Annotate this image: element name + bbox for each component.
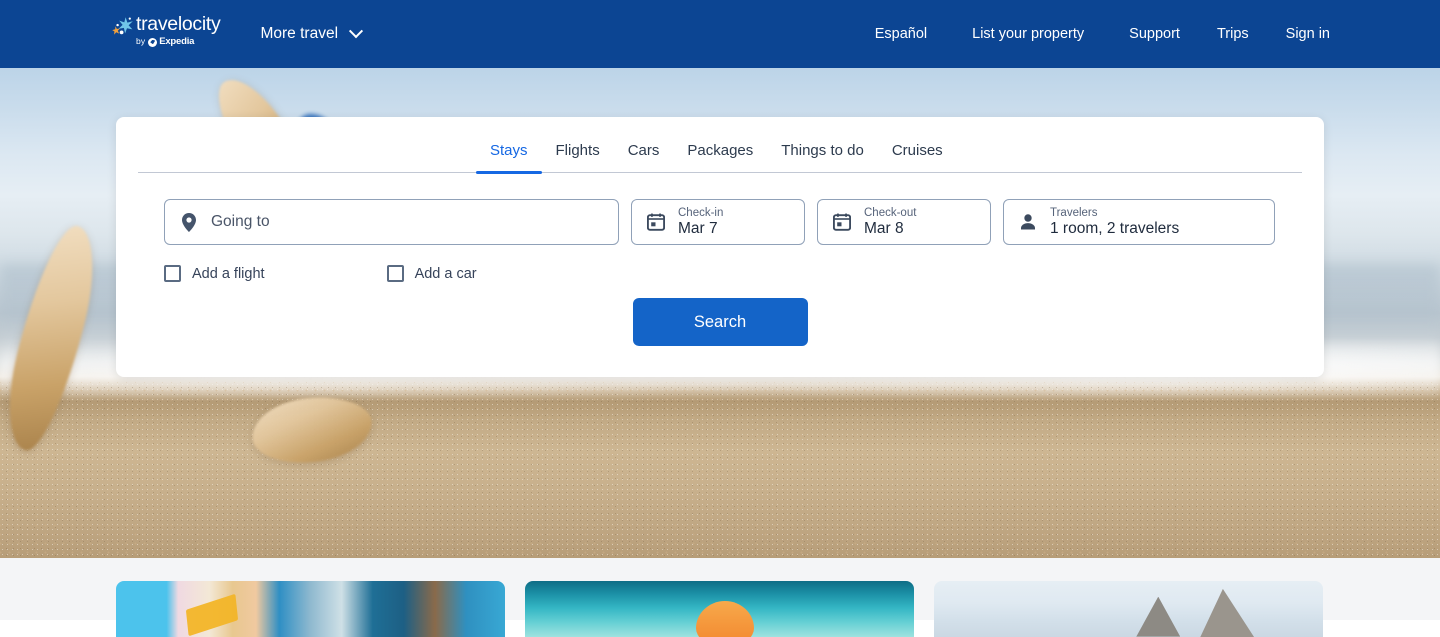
check-in-field[interactable]: Check-in Mar 7: [631, 199, 805, 245]
tab-things-to-do[interactable]: Things to do: [767, 142, 878, 172]
search-tabs: Stays Flights Cars Packages Things to do…: [138, 117, 1302, 174]
add-a-car-label: Add a car: [414, 265, 477, 282]
nav-link-sign-in[interactable]: Sign in: [1286, 20, 1330, 48]
promo-section: [0, 558, 1440, 637]
more-travel-menu[interactable]: More travel: [260, 14, 364, 54]
travelers-label: Travelers: [1050, 206, 1098, 219]
travelers-value: 1 room, 2 travelers: [1050, 219, 1180, 237]
nav-link-support[interactable]: Support: [1129, 20, 1180, 48]
promo-card-3[interactable]: [934, 581, 1323, 637]
travelocity-logo[interactable]: travelocity by Expedia: [112, 13, 221, 54]
check-in-label: Check-in: [678, 206, 724, 219]
brand-wordmark: travelocity: [136, 13, 221, 35]
map-pin-icon: [179, 212, 199, 232]
person-icon: [1018, 212, 1038, 232]
check-in-value: Mar 7: [678, 219, 718, 237]
check-out-field[interactable]: Check-out Mar 8: [817, 199, 991, 245]
tab-cars[interactable]: Cars: [614, 142, 674, 172]
tab-stays[interactable]: Stays: [476, 142, 542, 174]
add-a-car-checkbox[interactable]: Add a car: [386, 265, 477, 282]
more-travel-label: More travel: [260, 25, 339, 42]
nav-link-trips[interactable]: Trips: [1217, 20, 1249, 48]
search-options-row: Add a flight Add a car: [164, 265, 1324, 282]
add-a-flight-checkbox[interactable]: Add a flight: [164, 265, 265, 282]
destination-placeholder: Going to: [211, 213, 270, 230]
calendar-icon: [646, 212, 666, 232]
starfish-arm-left: [0, 219, 107, 457]
search-widget: Stays Flights Cars Packages Things to do…: [116, 117, 1324, 377]
check-out-label: Check-out: [864, 206, 917, 219]
site-header: travelocity by Expedia More travel Españ…: [0, 0, 1440, 68]
tab-cruises[interactable]: Cruises: [878, 142, 957, 172]
starfish-arm-bottom: [248, 391, 376, 469]
travelers-field[interactable]: Travelers 1 room, 2 travelers: [1003, 199, 1275, 245]
search-fields-row: Going to Check-in Mar 7 Check-out Mar 8 …: [164, 199, 1324, 245]
search-button-row: Search: [116, 298, 1324, 346]
promo-card-1[interactable]: [116, 581, 505, 637]
promo-card-row: [116, 581, 1324, 637]
promo-card-2[interactable]: [525, 581, 914, 637]
check-out-value: Mar 8: [864, 219, 904, 237]
tab-flights[interactable]: Flights: [542, 142, 614, 172]
destination-field[interactable]: Going to: [164, 199, 619, 245]
tab-packages[interactable]: Packages: [673, 142, 767, 172]
expedia-wordmark: Expedia: [159, 36, 195, 47]
nav-link-list-property[interactable]: List your property: [972, 20, 1084, 48]
brand-tagline: by Expedia: [136, 36, 220, 47]
calendar-icon: [832, 212, 852, 232]
search-button[interactable]: Search: [632, 298, 808, 346]
add-a-flight-label: Add a flight: [192, 265, 265, 282]
checkbox-box-icon[interactable]: [386, 265, 404, 282]
header-nav: Español List your property Support Trips…: [875, 20, 1330, 48]
chevron-down-icon: [348, 24, 364, 39]
expedia-logo-icon: [148, 37, 158, 47]
starfish-icon: [112, 16, 134, 40]
checkbox-box-icon[interactable]: [164, 265, 181, 282]
brand-by-text: by: [136, 36, 146, 46]
nav-link-espanol[interactable]: Español: [875, 20, 927, 48]
